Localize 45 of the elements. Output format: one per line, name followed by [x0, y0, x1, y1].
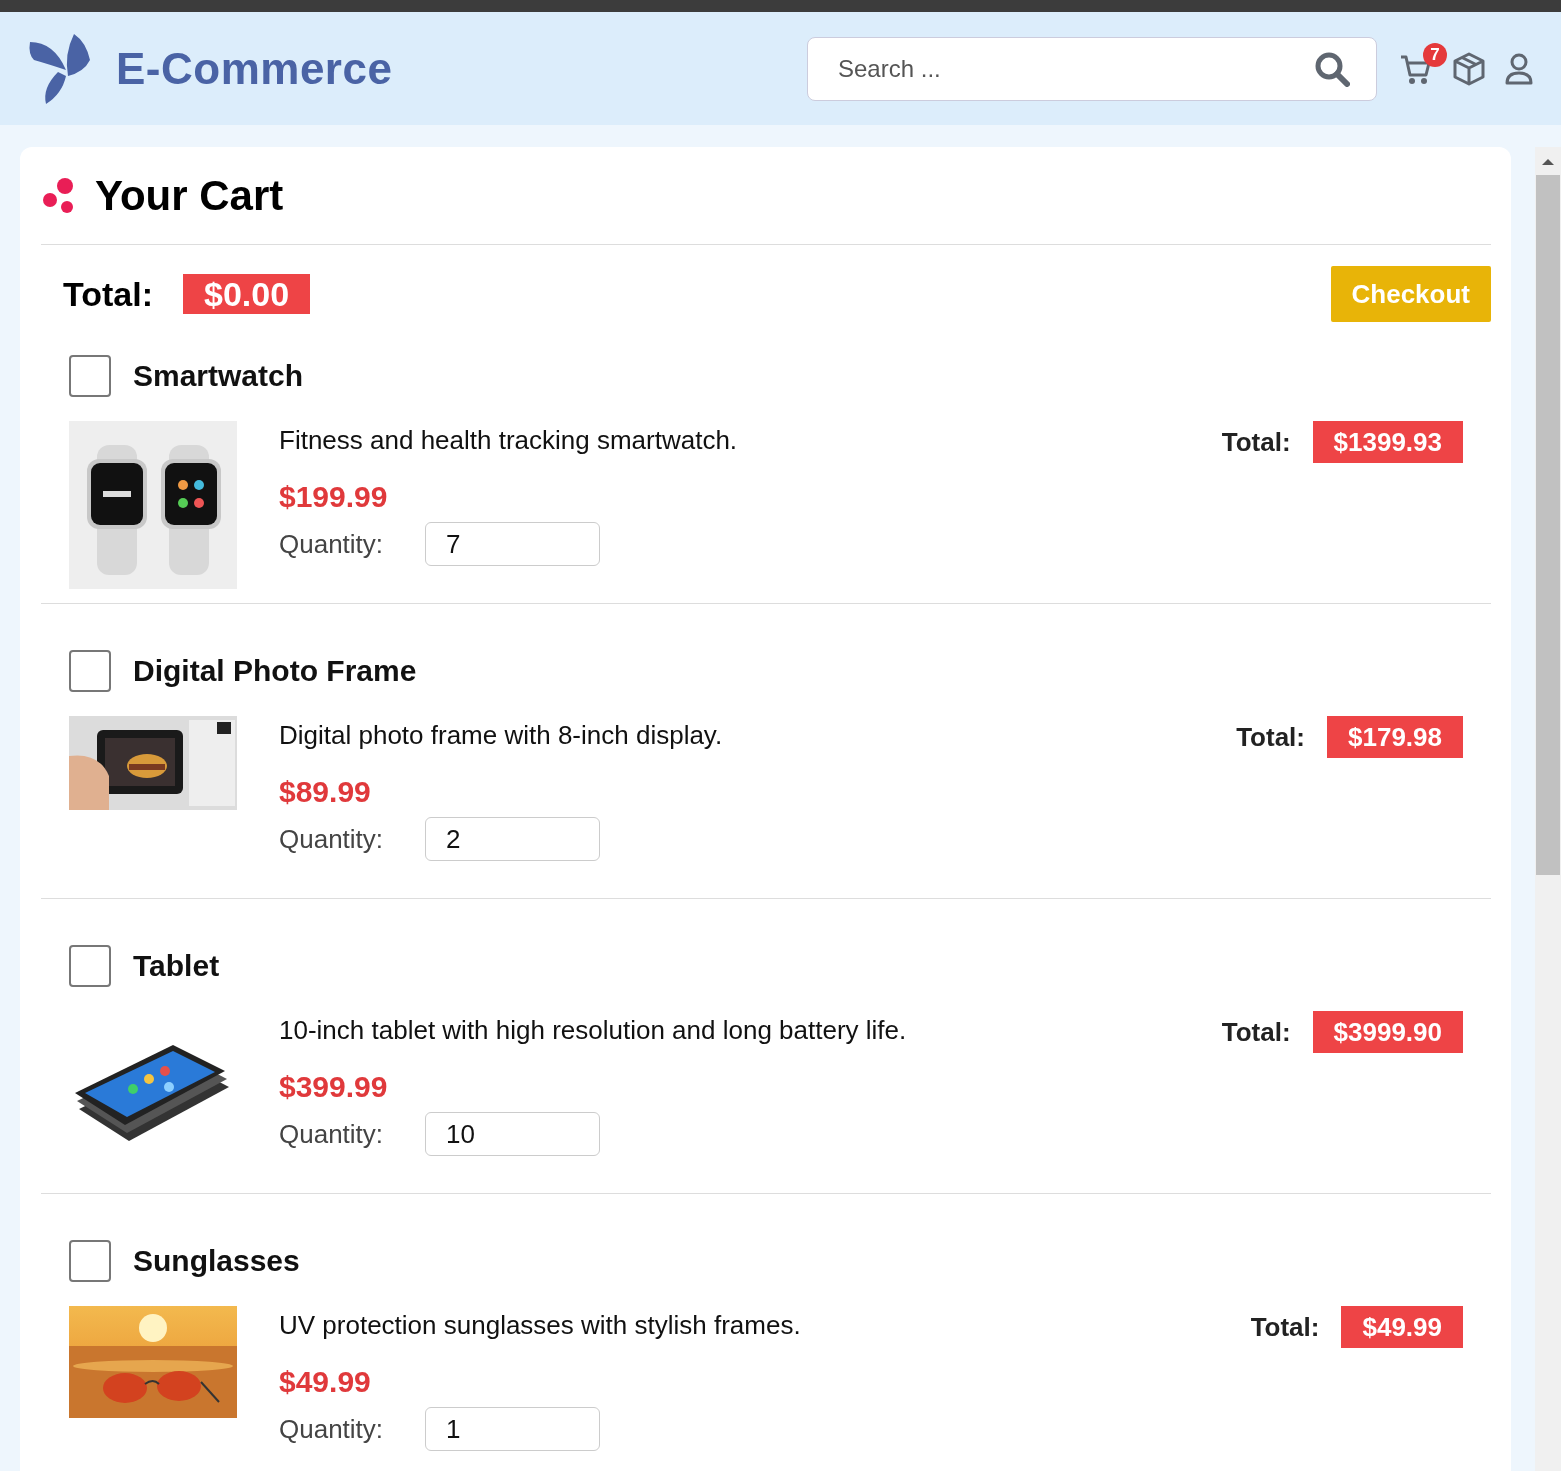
quantity-label: Quantity:: [279, 1118, 384, 1150]
dots-icon: [43, 177, 75, 214]
scroll-up-icon[interactable]: [1542, 157, 1554, 165]
product-name: Sunglasses: [133, 1244, 300, 1278]
box-icon[interactable]: [1453, 51, 1485, 86]
checkbox[interactable]: [69, 945, 111, 987]
item-total-price: $179.98: [1327, 716, 1463, 758]
user-icon[interactable]: [1505, 52, 1533, 85]
cart-count-badge: 7: [1423, 42, 1447, 67]
product-description: UV protection sunglasses with stylish frames.: [279, 1310, 802, 1341]
item-total-label: Total:: [1221, 426, 1291, 458]
item-total-label: Total:: [1221, 1016, 1291, 1048]
item-total-label: Total:: [1236, 721, 1305, 753]
quantity-field[interactable]: 1: [425, 1407, 601, 1451]
quantity-field[interactable]: 2: [425, 817, 601, 861]
quantity-label: Quantity:: [279, 528, 384, 560]
quantity-label: Quantity:: [279, 823, 384, 855]
checkbox[interactable]: [69, 1240, 111, 1282]
product-name: Digital Photo Frame: [133, 654, 417, 688]
checkbox[interactable]: [69, 355, 111, 397]
product-description: Digital photo frame with 8-inch display.: [279, 720, 724, 751]
item-total-label: Total:: [1250, 1311, 1320, 1343]
quantity-field[interactable]: 7: [425, 522, 601, 566]
product-price: $49.99: [279, 1365, 372, 1399]
brand-name[interactable]: E-Commerce: [116, 43, 393, 94]
search-icon[interactable]: [1314, 50, 1350, 87]
cart-title: Your Cart: [95, 171, 284, 220]
item-total-price: $1399.93: [1312, 421, 1463, 463]
product-price: $199.99: [279, 480, 389, 514]
search-field[interactable]: Search ...: [807, 36, 1377, 101]
search-field[interactable]: Search ...: [836, 53, 1314, 84]
quantity-label: Quantity:: [279, 1413, 384, 1445]
item-total-price: $49.99: [1341, 1306, 1463, 1348]
product-price: $399.99: [279, 1070, 389, 1104]
product-description: 10-inch tablet with high resolution and long battery life.: [279, 1015, 908, 1046]
product-name: Smartwatch: [133, 359, 304, 393]
scrollbar[interactable]: [1535, 147, 1561, 1471]
item-total-price: $3999.90: [1312, 1011, 1463, 1053]
quantity-field[interactable]: 10: [425, 1112, 601, 1156]
product-name: Tablet: [133, 949, 220, 983]
cart-total-price: $0.00: [183, 274, 311, 314]
product-description: Fitness and health tracking smartwatch.: [279, 425, 739, 456]
checkbox[interactable]: [69, 650, 111, 692]
cart-total-label: Total:: [63, 274, 153, 314]
product-price: $89.99: [279, 775, 372, 809]
